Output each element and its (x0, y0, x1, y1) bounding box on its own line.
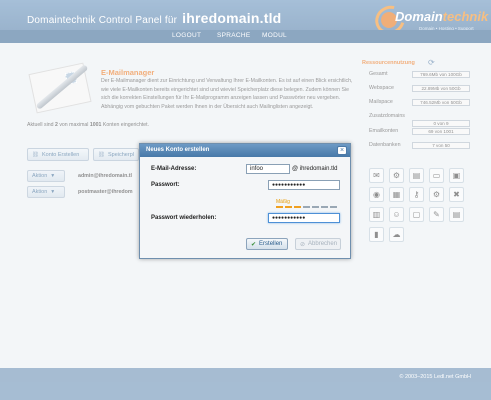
strength-segment (321, 206, 328, 208)
password-label: Passwort: (151, 182, 180, 188)
password-strength-label: Mäßig (276, 199, 290, 205)
strength-segment (330, 206, 337, 208)
email-field[interactable]: infoo (246, 164, 290, 174)
email-domain-suffix: @ ihredomain.tld (292, 166, 338, 172)
cancel-button[interactable]: ⊘ Abbrechen (295, 238, 341, 250)
repeat-password-label: Passwort wiederholen: (151, 215, 217, 221)
strength-segment (276, 206, 283, 208)
email-label: E-Mail-Adresse: (151, 166, 197, 172)
strength-segment (294, 206, 301, 208)
repeat-password-field[interactable]: ●●●●●●●●●●● (268, 213, 340, 223)
check-icon: ✔ (251, 241, 257, 248)
close-icon[interactable]: × (337, 146, 347, 155)
password-field[interactable]: ●●●●●●●●●●● (268, 180, 340, 190)
dialog-title: Neues Konto erstellen (146, 147, 210, 153)
cancel-icon: ⊘ (300, 241, 306, 248)
strength-segment (312, 206, 319, 208)
new-account-dialog: Neues Konto erstellen × E-Mail-Adresse: … (139, 143, 351, 259)
strength-segment (285, 206, 292, 208)
create-button[interactable]: ✔ Erstellen (246, 238, 288, 250)
strength-segment (303, 206, 310, 208)
dialog-header: Neues Konto erstellen × (140, 144, 350, 157)
